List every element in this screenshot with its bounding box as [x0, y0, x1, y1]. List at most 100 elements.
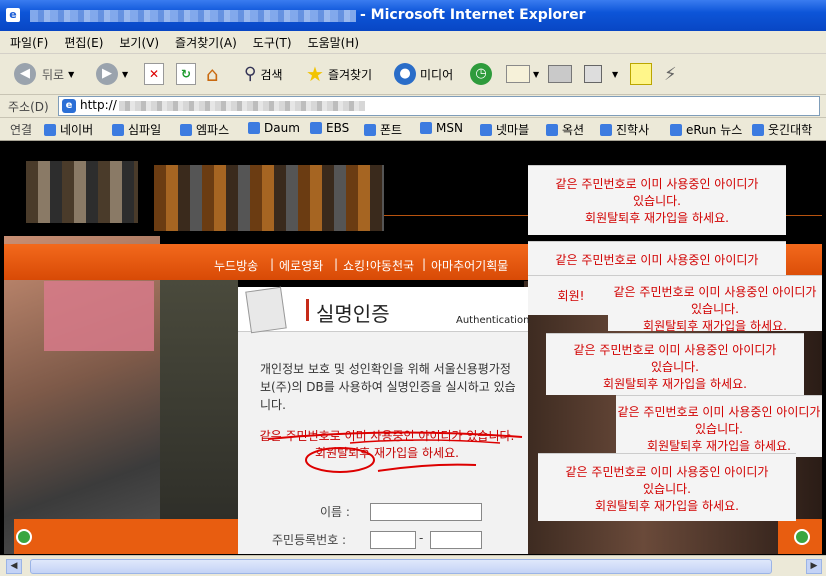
nav-erotic-movie[interactable]: 에로영화: [279, 257, 323, 274]
title-bar: e - Microsoft Internet Explorer: [0, 0, 826, 31]
link-auction[interactable]: 옥션: [546, 121, 584, 138]
link-font[interactable]: 폰트: [364, 121, 402, 138]
window-title: - Microsoft Internet Explorer: [360, 7, 586, 23]
name-input[interactable]: [370, 503, 482, 521]
ie-icon: e: [6, 8, 20, 22]
search-icon: ⚲: [244, 64, 257, 84]
search-button[interactable]: ⚲ 검색: [244, 60, 283, 88]
printer-icon: [548, 65, 572, 83]
document-icon: [245, 286, 287, 334]
search-label: 검색: [260, 67, 283, 82]
stop-button[interactable]: ✕: [144, 60, 164, 88]
history-icon: ◷: [470, 63, 492, 85]
scroll-thumb[interactable]: [30, 559, 772, 574]
menu-file[interactable]: 파일(F): [4, 31, 54, 54]
link-simfile[interactable]: 심파일: [112, 121, 161, 138]
stop-icon: ✕: [144, 63, 164, 85]
link-icon: [112, 123, 124, 136]
toolbar: ◀ 뒤로 ▼ ▶ ▼ ✕ ↻ ⌂ ⚲ 검색 ★ 즐겨찾기 ● 미디어 ◷ ▼ ▼: [0, 54, 826, 95]
link-empas[interactable]: 엠파스: [180, 121, 229, 138]
page-icon: e: [62, 99, 76, 113]
link-icon: [752, 123, 764, 136]
alert-popup-5: 같은 주민번호로 이미 사용중인 아이디가 있습니다. 회원탈퇴후 재가입을 하세요…: [546, 333, 804, 395]
link-icon: [248, 122, 260, 134]
links-bar: 연결 네이버 심파일 엠파스 Daum EBS 폰트 MSN 넷마블 옥션 진학…: [0, 118, 826, 141]
circle-icon-right: [794, 529, 810, 545]
menu-bar: 파일(F) 편집(E) 보기(V) 즐겨찾기(A) 도구(T) 도움말(H): [0, 31, 826, 54]
name-label: 이름 :: [320, 505, 350, 519]
note-icon: [630, 63, 652, 85]
favorites-button[interactable]: ★ 즐겨찾기: [306, 60, 372, 88]
pink-block: [44, 281, 154, 351]
link-icon: [546, 123, 558, 136]
address-label: 주소(D): [8, 100, 49, 114]
mail-button[interactable]: ▼: [506, 60, 539, 88]
discuss-button[interactable]: [630, 60, 652, 88]
side-image-pixelated-2: [160, 280, 238, 554]
horizontal-scrollbar[interactable]: ◀ ▶: [0, 555, 826, 576]
menu-tools[interactable]: 도구(T): [247, 31, 298, 54]
menu-help[interactable]: 도움말(H): [302, 31, 366, 54]
mail-icon: [506, 65, 530, 83]
link-daum[interactable]: Daum: [248, 121, 300, 135]
auth-description: 개인정보 보호 및 성인확인을 위해 서울신용평가정보(주)의 DB를 사용하여…: [260, 362, 516, 412]
rrn-dash: -: [419, 531, 424, 545]
link-icon: [364, 123, 376, 136]
messenger-icon: ⚡: [664, 63, 677, 85]
link-naver[interactable]: 네이버: [44, 121, 93, 138]
bottom-bar-left: [14, 519, 238, 554]
link-humoruniv[interactable]: 웃긴대학: [752, 121, 812, 138]
link-icon: [180, 123, 192, 136]
forward-button[interactable]: ▶ ▼: [96, 60, 128, 88]
home-button[interactable]: ⌂: [206, 60, 228, 88]
alert-popup-2: 같은 주민번호로 이미 사용중인 아이디가: [528, 241, 786, 275]
print-button[interactable]: [548, 60, 572, 88]
media-button[interactable]: ● 미디어: [394, 60, 453, 88]
back-arrow-icon: ◀: [14, 63, 36, 85]
link-erun[interactable]: eRun 뉴스: [670, 121, 742, 138]
nav-amateur[interactable]: 아마추어기획물: [431, 257, 508, 274]
messenger-button[interactable]: ⚡: [664, 60, 677, 88]
page-content: 누드방송 | 에로영화 | 쇼킹!야동천국 | 아마추어기획물 실명인증 Aut…: [4, 141, 822, 554]
circle-icon-left: [16, 529, 32, 545]
globe-icon: ●: [394, 63, 416, 85]
address-input[interactable]: e http://: [58, 96, 820, 116]
rrn-back-input[interactable]: [430, 531, 482, 549]
forward-arrow-icon: ▶: [96, 63, 118, 85]
home-icon: ⌂: [206, 62, 219, 86]
menu-view[interactable]: 보기(V): [113, 31, 165, 54]
auth-title: 실명인증: [316, 302, 390, 326]
rrn-front-input[interactable]: [370, 531, 416, 549]
edit-icon: [584, 65, 602, 83]
alert-popup-1: 같은 주민번호로 이미 사용중인 아이디가 있습니다. 회원탈퇴후 재가입을 하세요…: [528, 165, 786, 235]
back-label: 뒤로: [42, 67, 65, 82]
scribble-annotation: [267, 431, 523, 473]
nav-shocking[interactable]: 쇼킹!야동천국: [343, 257, 414, 274]
address-url-blurred: [119, 101, 365, 111]
link-netmarble[interactable]: 넷마블: [480, 121, 529, 138]
auth-subtitle: Authentication: [456, 315, 530, 326]
link-icon: [480, 123, 492, 136]
refresh-button[interactable]: ↻: [176, 60, 196, 88]
menu-edit[interactable]: 편집(E): [58, 31, 109, 54]
favorites-label: 즐겨찾기: [327, 67, 373, 82]
link-ebs[interactable]: EBS: [310, 121, 349, 135]
menu-favorites[interactable]: 즐겨찾기(A): [169, 31, 243, 54]
media-label: 미디어: [420, 67, 454, 82]
edit-button[interactable]: ▼: [584, 60, 618, 88]
link-icon: [600, 123, 612, 136]
scroll-left-icon[interactable]: ◀: [6, 559, 22, 574]
history-button[interactable]: ◷: [470, 60, 492, 88]
nav-nude-broadcast[interactable]: 누드방송: [214, 257, 258, 274]
star-icon: ★: [306, 62, 324, 86]
alert-popup-7: 같은 주민번호로 이미 사용중인 아이디가 있습니다. 회원탈퇴후 재가입을 하세요…: [538, 453, 796, 521]
link-jinhak[interactable]: 진학사: [600, 121, 649, 138]
alert-popup-4: 같은 주민번호로 이미 사용중인 아이디가 있습니다. 회원탈퇴후 재가입을 하세요…: [608, 275, 822, 333]
link-icon: [310, 122, 322, 134]
link-msn[interactable]: MSN: [420, 121, 463, 135]
back-button[interactable]: ◀ 뒤로 ▼: [14, 60, 74, 88]
alert-popup-6: 같은 주민번호로 이미 사용중인 아이디가 있습니다. 회원탈퇴후 재가입을 하세요…: [616, 395, 822, 457]
address-url: http://: [80, 98, 117, 112]
link-icon: [44, 123, 56, 136]
scroll-right-icon[interactable]: ▶: [806, 559, 822, 574]
